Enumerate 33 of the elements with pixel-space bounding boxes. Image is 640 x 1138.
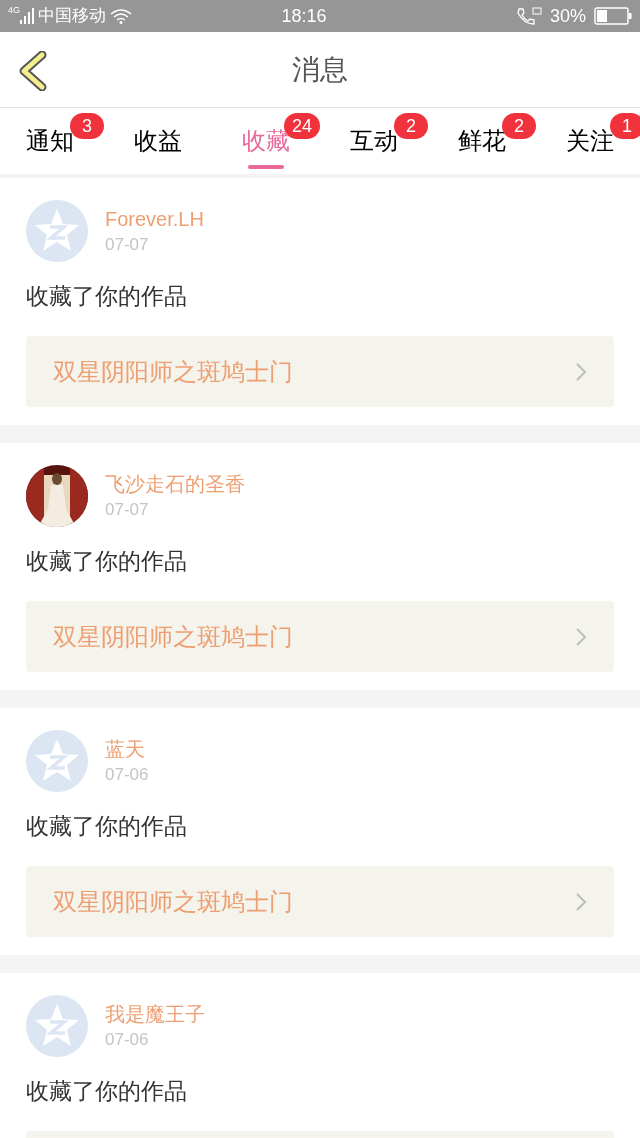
message-date: 07-07 — [105, 499, 150, 521]
message-text: 收藏了你的作品 — [26, 547, 188, 576]
carrier-name: 中国移动 — [38, 5, 106, 28]
message-date: 07-06 — [105, 1029, 150, 1051]
page-title: 消息 — [292, 52, 348, 87]
tab[interactable]: 收益 — [134, 119, 182, 163]
user-name[interactable]: Forever.LH — [105, 206, 204, 232]
back-chevron-icon — [18, 51, 48, 91]
battery-icon — [594, 7, 632, 25]
network-type: 4G — [8, 6, 20, 15]
clock: 18:16 — [280, 4, 328, 28]
signal-icon — [20, 8, 34, 24]
user-name[interactable]: 蓝天 — [105, 736, 149, 762]
message-text: 收藏了你的作品 — [26, 812, 188, 841]
chevron-right-icon — [575, 891, 587, 912]
user-name[interactable]: 我是魔王子 — [105, 1001, 205, 1027]
default-avatar-icon — [26, 995, 88, 1057]
message-date: 07-07 — [105, 234, 150, 256]
work-link[interactable]: 双星阴阳师之斑鸠士门 — [26, 601, 614, 672]
chevron-right-icon — [575, 361, 587, 382]
default-avatar-icon — [26, 200, 88, 262]
message-date: 07-06 — [105, 764, 149, 786]
message-text: 收藏了你的作品 — [26, 1077, 188, 1106]
hd-call-icon — [515, 7, 542, 25]
user-name[interactable]: 飞沙走石的圣香 — [105, 471, 245, 497]
message-text: 收藏了你的作品 — [26, 282, 188, 311]
battery-percent: 30% — [549, 4, 586, 28]
work-link[interactable]: 双星阴阳师之斑鸠士门 — [26, 866, 614, 937]
chevron-right-icon — [575, 626, 587, 647]
work-link[interactable]: 双星阴阳师之斑鸠士门 — [26, 336, 614, 407]
tab-underline — [248, 165, 284, 169]
wifi-icon — [110, 8, 132, 24]
default-avatar-icon — [26, 730, 88, 792]
